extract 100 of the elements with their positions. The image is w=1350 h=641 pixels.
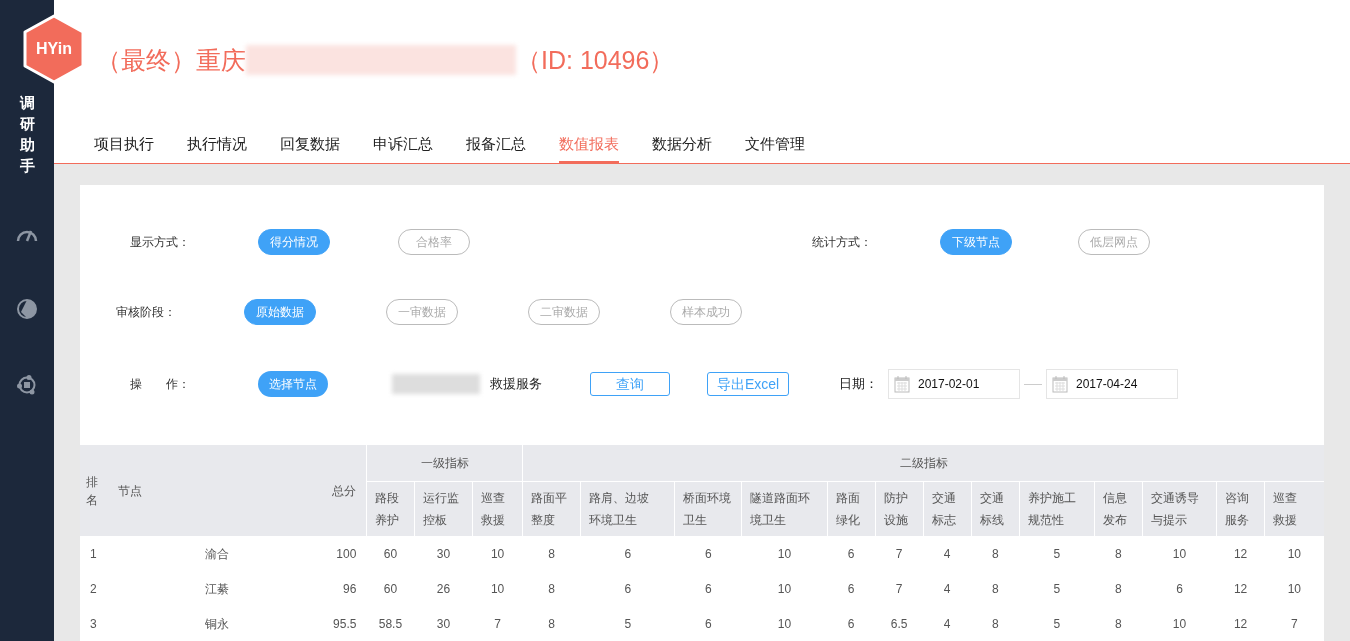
- filter-label: 操 作：: [130, 376, 191, 393]
- option-pill[interactable]: 原始数据: [244, 299, 316, 325]
- table-cell-text: 3: [89, 615, 98, 633]
- column-header: 总分: [290, 445, 367, 536]
- option-pill[interactable]: 合格率: [398, 229, 470, 255]
- table-cell-text: 10: [776, 615, 793, 633]
- pie-chart-icon[interactable]: [16, 298, 38, 320]
- column-header: 巡查救援: [472, 481, 523, 536]
- node-text: 救援服务: [490, 375, 542, 394]
- table-cell-text: 8: [547, 615, 556, 633]
- table-cell-text: 12: [1232, 615, 1249, 633]
- calendar-icon: [894, 375, 910, 393]
- option-pill[interactable]: 一审数据: [386, 299, 458, 325]
- nav-tab[interactable]: 数据分析: [652, 132, 712, 163]
- table-cell-text: 6: [846, 580, 856, 598]
- table-cell: 12: [1216, 536, 1265, 571]
- option-pill[interactable]: 低层网点: [1078, 229, 1150, 255]
- table-cell-text: 10: [489, 580, 506, 598]
- nav-tab[interactable]: 数值报表: [559, 132, 619, 163]
- select-node-button[interactable]: 选择节点: [258, 371, 328, 397]
- brand-character: 研: [19, 114, 35, 134]
- column-header: 隧道路面环境卫生: [741, 481, 828, 536]
- table-cell-text: 7: [894, 580, 904, 598]
- brand-character: 调: [19, 93, 35, 113]
- export-excel-button[interactable]: 导出Excel: [707, 372, 789, 396]
- table-cell: 30: [414, 536, 473, 571]
- option-pill[interactable]: 得分情况: [258, 229, 330, 255]
- table-cell: 8: [971, 536, 1020, 571]
- column-header: 路肩、边坡环境卫生: [580, 481, 675, 536]
- table-cell-text: 8: [990, 580, 1000, 598]
- column-header: 交通标志: [923, 481, 972, 536]
- date-label: 日期：: [839, 375, 878, 394]
- table-cell-text: 8: [1114, 580, 1123, 598]
- nav-tab[interactable]: 回复数据: [280, 132, 340, 163]
- nav-tab[interactable]: 文件管理: [745, 132, 805, 163]
- filter-label: 显示方式：: [130, 234, 191, 251]
- column-header: 节点: [110, 445, 291, 536]
- table-cell: 4: [923, 536, 972, 571]
- table-cell-text: 2: [89, 580, 98, 598]
- table-cell: 1: [80, 536, 111, 571]
- table-cell-text: 5: [1052, 580, 1062, 598]
- nav-tab[interactable]: 报备汇总: [466, 132, 526, 163]
- table-cell-text: 5: [623, 615, 633, 633]
- table-cell-text: 60: [382, 580, 399, 598]
- table-cell-text: 12: [1232, 580, 1249, 598]
- table-cell-text: 铜永: [204, 615, 231, 633]
- table-cell: 100: [290, 536, 367, 571]
- table-cell-text: 8: [1114, 615, 1123, 633]
- table-cell: 6: [827, 536, 876, 571]
- table-cell: 10: [1142, 536, 1217, 571]
- table-cell-text: 26: [435, 580, 452, 598]
- brand-character: 助: [19, 135, 35, 155]
- table-cell-text: 30: [435, 615, 452, 633]
- table-cell: 6: [580, 536, 675, 571]
- column-header: 养护施工规范性: [1019, 481, 1095, 536]
- calendar-icon: [1052, 375, 1068, 393]
- table-cell: 10: [741, 536, 828, 571]
- table-cell: 渝合: [110, 536, 291, 571]
- date-field[interactable]: 2017-02-01: [888, 369, 1020, 399]
- table-cell-text: 96: [342, 580, 358, 598]
- column-header: 路面平整度: [522, 481, 581, 536]
- option-pill[interactable]: 下级节点: [940, 229, 1012, 255]
- table-cell-text: 6: [704, 580, 713, 598]
- table-cell: 8: [1094, 536, 1143, 571]
- table-cell-text: 95.5: [332, 615, 358, 633]
- table-cell-text: 8: [990, 615, 1000, 633]
- filter-label: 统计方式：: [812, 234, 873, 251]
- table-cell-text: 江綦: [204, 580, 231, 598]
- table-cell-text: 4: [942, 615, 952, 633]
- table-cell-text: 6.5: [889, 615, 909, 633]
- table-cell-text: 10: [1171, 615, 1188, 633]
- column-header: 排名: [80, 445, 111, 536]
- group-header: 一级指标: [366, 445, 523, 481]
- page-title: （最终）重庆: [96, 45, 246, 76]
- column-header: 信息发布: [1094, 481, 1143, 536]
- nav-tab[interactable]: 项目执行: [94, 132, 154, 163]
- table-cell-text: 6: [704, 615, 713, 633]
- table-cell-text: 10: [776, 580, 793, 598]
- table-cell-text: 7: [1289, 615, 1299, 633]
- network-icon[interactable]: [16, 374, 38, 396]
- nav-tab[interactable]: 执行情况: [187, 132, 247, 163]
- table-cell-text: 10: [1286, 580, 1302, 598]
- option-pill[interactable]: 二审数据: [528, 299, 600, 325]
- date-field[interactable]: 2017-04-24: [1046, 369, 1178, 399]
- table-cell-text: 4: [942, 580, 952, 598]
- table-cell: 6: [674, 536, 742, 571]
- query-button[interactable]: 查询: [590, 372, 670, 396]
- table-cell: 10: [472, 536, 523, 571]
- table-cell: 60: [366, 536, 415, 571]
- brand-character: 手: [19, 156, 35, 176]
- column-header: 交通诱导与提示: [1142, 481, 1217, 536]
- column-header: 路面绿化: [827, 481, 876, 536]
- column-header: 路段养护: [366, 481, 415, 536]
- table-cell-text: 6: [846, 615, 856, 633]
- column-header: 防护设施: [875, 481, 924, 536]
- nav-tab[interactable]: 申诉汇总: [373, 132, 433, 163]
- option-pill[interactable]: 样本成功: [670, 299, 742, 325]
- table-cell: 10: [1264, 536, 1324, 571]
- column-header: 交通标线: [971, 481, 1020, 536]
- table-cell-text: 6: [623, 580, 633, 598]
